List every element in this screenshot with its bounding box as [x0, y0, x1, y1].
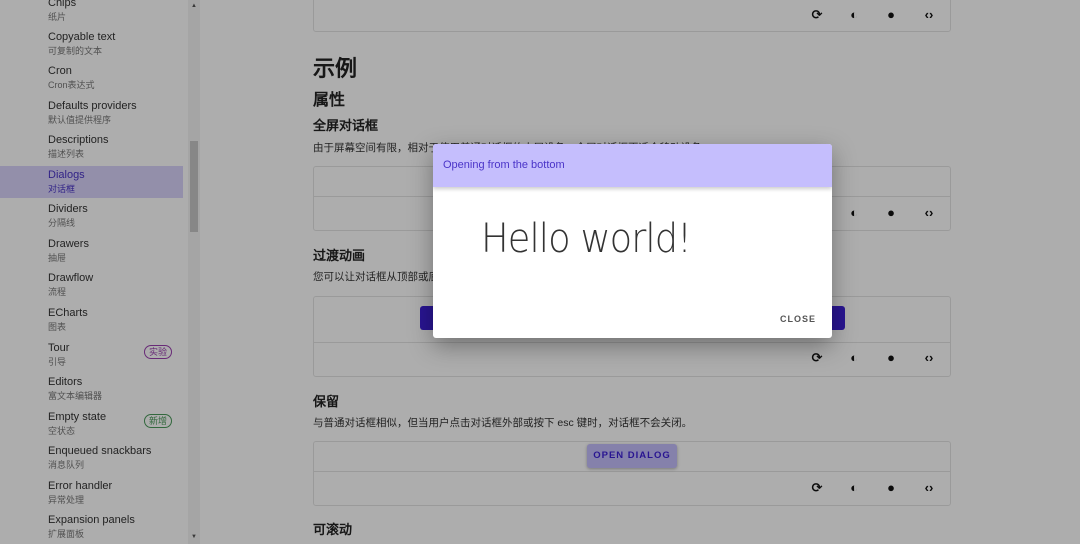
close-button[interactable]: CLOSE — [780, 314, 816, 324]
dialog-body-text: Hello world! — [481, 216, 692, 262]
dialog: Opening from the bottom Hello world! CLO… — [433, 144, 832, 338]
dialog-title: Opening from the bottom — [433, 144, 832, 187]
